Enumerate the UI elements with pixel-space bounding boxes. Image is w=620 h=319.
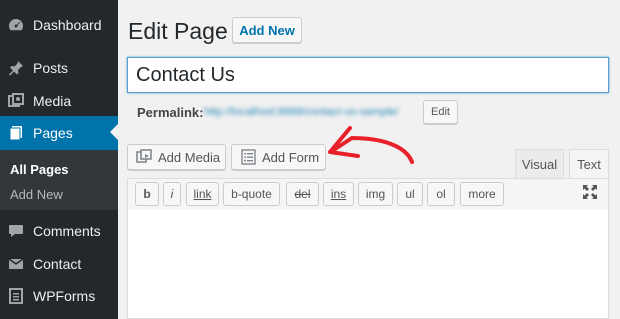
add-form-button[interactable]: Add Form	[231, 144, 326, 170]
submenu-all-pages[interactable]: All Pages	[10, 162, 69, 177]
admin-sidebar: Dashboard Posts Media Pages All Pages Ad…	[0, 0, 118, 319]
quicktag-ins-button[interactable]: ins	[323, 182, 354, 206]
permalink-url[interactable]: http://localhost:8888/contact-us-sample/	[204, 106, 398, 118]
pages-icon	[7, 124, 25, 142]
content-editor-textarea[interactable]	[127, 210, 609, 319]
quicktag-link-button[interactable]: link	[186, 182, 219, 206]
sidebar-item-label: Dashboard	[33, 17, 102, 33]
annotation-arrow	[328, 126, 414, 164]
media-icon	[7, 92, 25, 110]
quicktag-ol-button[interactable]: ol	[427, 182, 455, 206]
mail-icon	[7, 255, 25, 273]
quicktag-more-button[interactable]: more	[460, 182, 504, 206]
permalink-label: Permalink:	[137, 105, 204, 120]
active-menu-arrow	[110, 124, 118, 140]
sidebar-item-posts[interactable]: Posts	[0, 53, 118, 83]
sidebar-item-label: Comments	[33, 223, 101, 239]
media-icon	[136, 149, 154, 165]
page-title: Edit Page	[128, 18, 228, 44]
form-icon	[240, 149, 258, 165]
sidebar-item-dashboard[interactable]: Dashboard	[0, 10, 118, 40]
quicktag-italic-button[interactable]: i	[163, 182, 181, 206]
pages-submenu: All Pages Add New	[0, 150, 118, 210]
sidebar-item-label: Pages	[33, 125, 73, 141]
add-new-page-button[interactable]: Add New	[232, 17, 302, 43]
quicktag-bold-button[interactable]: b	[135, 182, 159, 206]
comment-icon	[7, 222, 25, 240]
quicktag-img-button[interactable]: img	[358, 182, 393, 206]
sidebar-item-label: Posts	[33, 60, 69, 76]
sidebar-item-contact[interactable]: Contact	[0, 249, 118, 279]
sidebar-item-media[interactable]: Media	[0, 86, 118, 116]
sidebar-item-label: WPForms	[33, 288, 96, 304]
tab-visual[interactable]: Visual	[515, 149, 564, 179]
fullscreen-icon[interactable]	[582, 184, 598, 200]
edit-permalink-button[interactable]: Edit	[423, 100, 458, 124]
tab-text[interactable]: Text	[569, 149, 609, 179]
submenu-add-new[interactable]: Add New	[10, 187, 63, 202]
sidebar-item-pages[interactable]: Pages	[0, 116, 118, 150]
wpforms-icon	[7, 287, 25, 305]
sidebar-item-comments[interactable]: Comments	[0, 216, 118, 246]
sidebar-item-label: Contact	[33, 256, 82, 272]
dashboard-icon	[7, 16, 25, 34]
quicktag-bquote-button[interactable]: b-quote	[223, 182, 280, 206]
sidebar-item-label: Media	[33, 93, 72, 109]
pin-icon	[7, 59, 25, 77]
add-form-label: Add Form	[262, 149, 320, 165]
sidebar-item-wpforms[interactable]: WPForms	[0, 281, 118, 311]
quicktag-del-button[interactable]: del	[286, 182, 319, 206]
post-title-input[interactable]: Contact Us	[127, 57, 609, 93]
add-media-button[interactable]: Add Media	[127, 144, 226, 170]
add-media-label: Add Media	[158, 149, 221, 165]
quicktag-ul-button[interactable]: ul	[397, 182, 423, 206]
